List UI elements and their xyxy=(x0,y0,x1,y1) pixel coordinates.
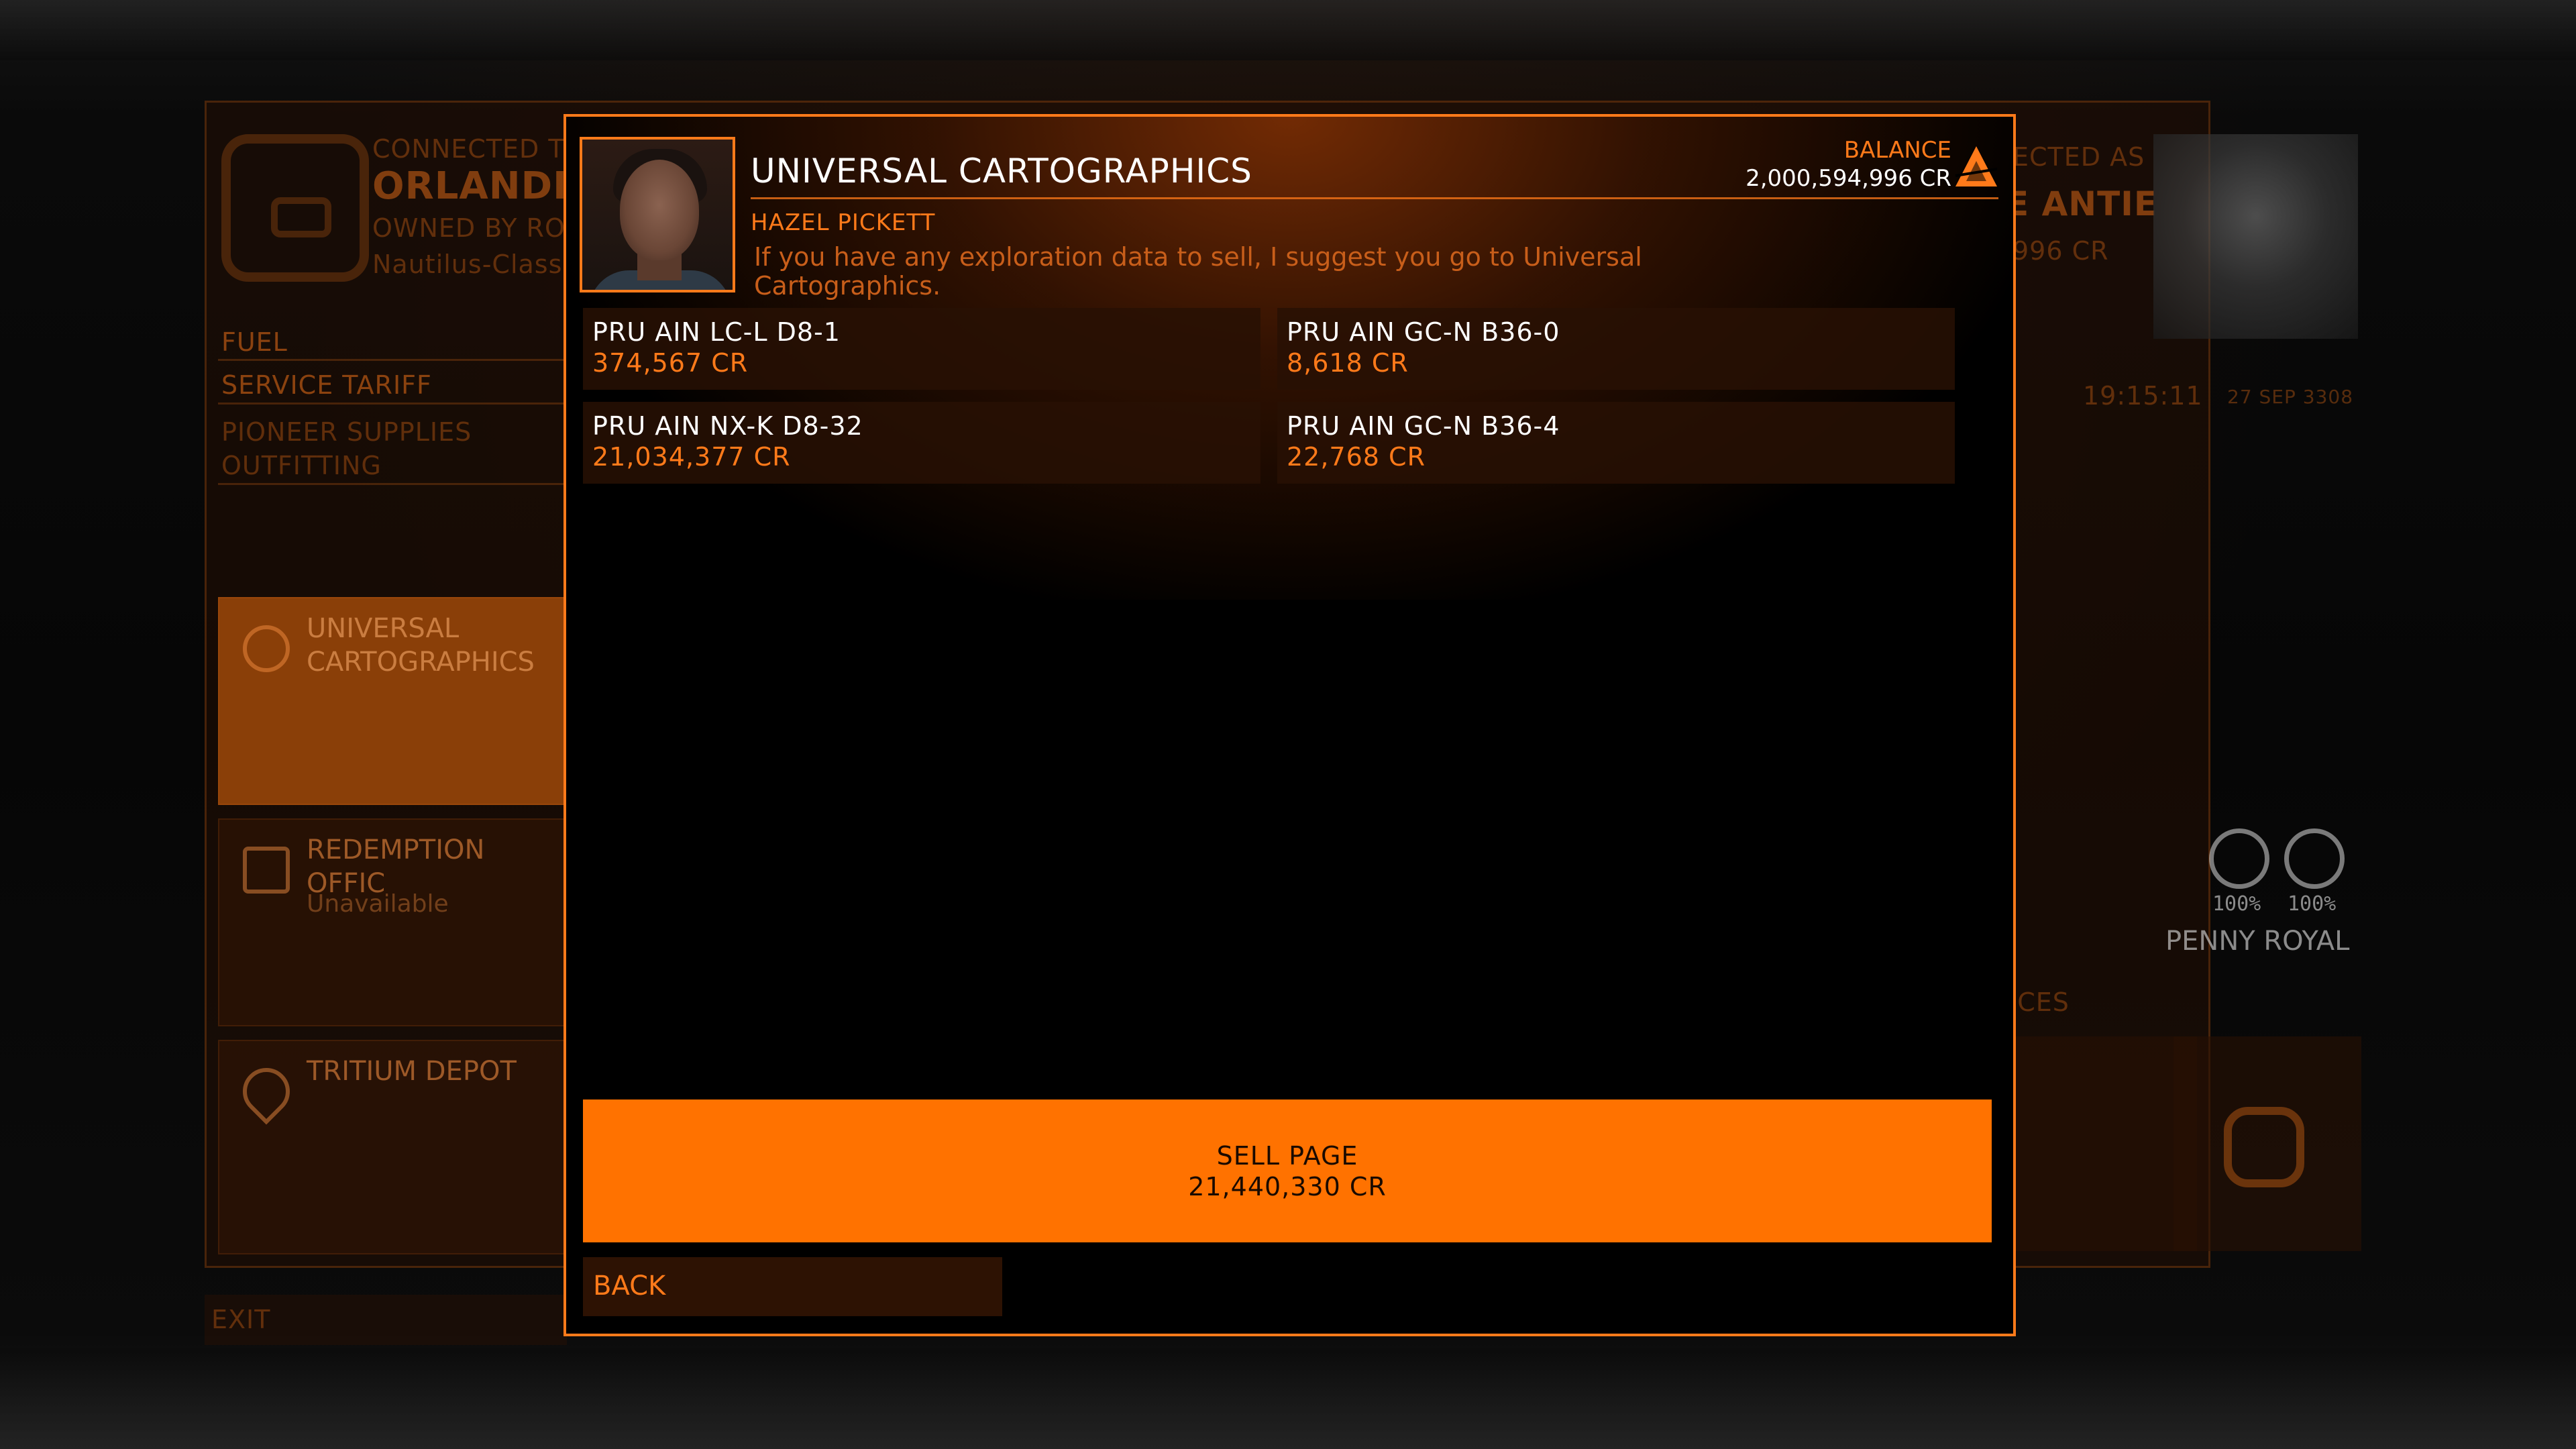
tile-tritium-depot[interactable]: TRITIUM DEPOT xyxy=(218,1040,567,1254)
fuel-percent: 100% xyxy=(2212,892,2261,916)
redemption-office-icon xyxy=(243,847,290,894)
npc-message: If you have any exploration data to sell… xyxy=(754,242,1642,301)
data-value: 21,034,377 CR xyxy=(592,442,791,472)
connected-as-label: ECTED AS xyxy=(2012,142,2145,172)
system-name: PRU AIN GC-N B36-0 xyxy=(1287,317,1560,347)
data-value: 8,618 CR xyxy=(1287,348,1409,378)
exit-label: EXIT xyxy=(211,1305,271,1334)
tile-universal-cartographics[interactable]: UNIVERSAL CARTOGRAPHICS xyxy=(218,597,567,805)
background-top-frame xyxy=(0,0,2576,60)
exit-button[interactable]: EXIT xyxy=(205,1295,567,1345)
npc-name: HAZEL PICKETT xyxy=(751,209,936,236)
exploration-data-item[interactable]: PRU AIN GC-N B36-0 8,618 CR xyxy=(1277,308,1955,390)
station-faction-icon xyxy=(221,134,369,282)
sell-page-total: 21,440,330 CR xyxy=(1188,1171,1387,1201)
exploration-data-item[interactable]: PRU AIN NX-K D8-32 21,034,377 CR xyxy=(583,402,1260,484)
services-label: ICES xyxy=(2009,987,2070,1017)
data-value: 374,567 CR xyxy=(592,348,749,378)
cartographics-icon xyxy=(243,625,290,672)
portrait-face xyxy=(620,160,699,260)
station-owner: OWNED BY RO xyxy=(372,213,566,243)
tile-label: TRITIUM DEPOT xyxy=(307,1056,517,1087)
system-name: PRU AIN GC-N B36-4 xyxy=(1287,411,1560,441)
tile-label: UNIVERSAL CARTOGRAPHICS xyxy=(307,613,535,678)
commander-portrait xyxy=(2153,134,2358,339)
data-value: 22,768 CR xyxy=(1287,442,1426,472)
back-label: BACK xyxy=(593,1271,666,1301)
menu-item-service-tariff[interactable]: SERVICE TARIFF xyxy=(221,370,432,400)
clock-time: 19:15:11 xyxy=(2083,381,2203,411)
balance-label: BALANCE xyxy=(1843,137,1951,164)
connected-to-label: CONNECTED TO xyxy=(372,134,586,164)
balance-value: 2,000,594,996 CR xyxy=(1746,165,1951,192)
dialog-title: UNIVERSAL CARTOGRAPHICS xyxy=(751,152,1252,191)
tile-redemption-office[interactable]: REDEMPTION OFFIC Unavailable xyxy=(218,818,567,1026)
repair-gauge-icon xyxy=(2284,828,2345,889)
commander-name: E ANTIE xyxy=(2006,184,2157,223)
exploration-data-item[interactable]: PRU AIN LC-L D8-1 374,567 CR xyxy=(583,308,1260,390)
station-class: Nautilus-Class xyxy=(372,250,563,279)
sell-page-button[interactable]: SELL PAGE 21,440,330 CR xyxy=(583,1099,1992,1242)
hexagon-icon xyxy=(2224,1107,2304,1187)
divider xyxy=(218,483,567,485)
npc-portrait xyxy=(580,137,735,292)
system-name: PRU AIN LC-L D8-1 xyxy=(592,317,841,347)
divider xyxy=(218,402,567,405)
tile-status: Unavailable xyxy=(307,890,449,918)
sell-page-label: SELL PAGE xyxy=(1216,1140,1358,1171)
system-name: PRU AIN NX-K D8-32 xyxy=(592,411,863,441)
exploration-data-item[interactable]: PRU AIN GC-N B36-4 22,768 CR xyxy=(1277,402,1955,484)
commander-credits: 996 CR xyxy=(2012,236,2109,266)
fuel-gauge-icon xyxy=(2209,828,2269,889)
divider xyxy=(218,359,567,361)
ship-name: PENNY ROYAL xyxy=(2165,926,2350,957)
menu-item-fuel[interactable]: FUEL xyxy=(221,327,288,357)
menu-item-outfitting[interactable]: OUTFITTING xyxy=(221,451,382,480)
hull-percent: 100% xyxy=(2288,892,2337,916)
elite-rank-icon xyxy=(1955,146,1998,186)
background-bottom-frame xyxy=(0,1348,2576,1449)
cartographics-dialog: UNIVERSAL CARTOGRAPHICS BALANCE 2,000,59… xyxy=(564,114,2016,1336)
tritium-drop-icon xyxy=(233,1058,300,1125)
tile-shipyard[interactable] xyxy=(2012,1036,2197,1251)
title-divider xyxy=(751,197,1998,199)
menu-item-pioneer-supplies[interactable]: PIONEER SUPPLIES xyxy=(221,417,472,447)
back-button[interactable]: BACK xyxy=(583,1257,1002,1316)
clock-date: 27 SEP 3308 xyxy=(2227,386,2354,408)
